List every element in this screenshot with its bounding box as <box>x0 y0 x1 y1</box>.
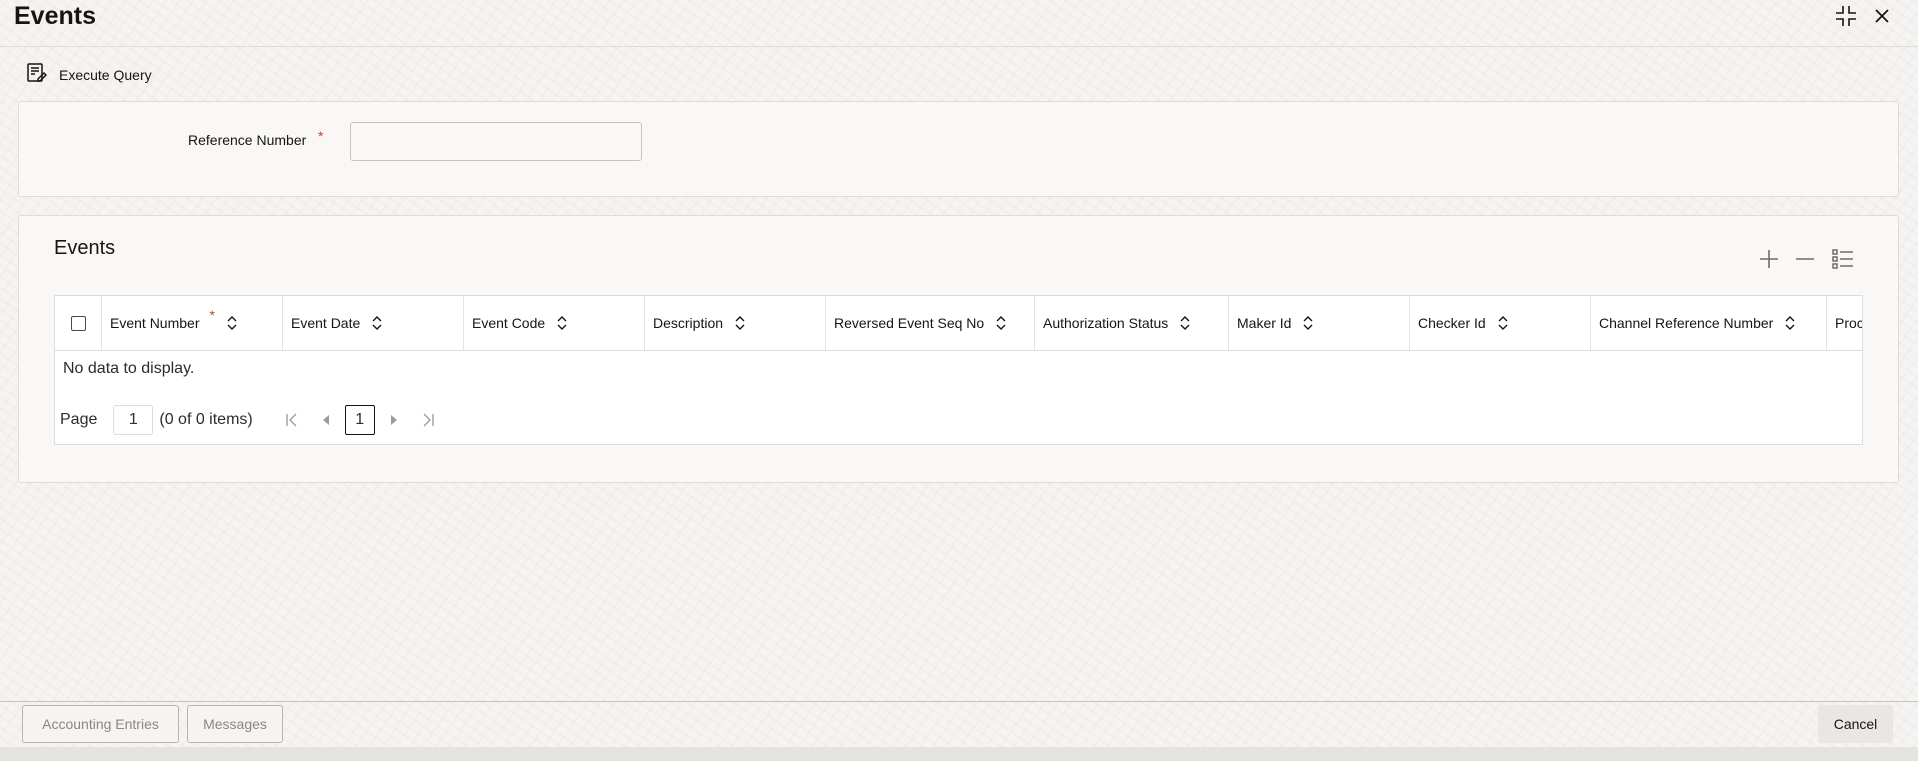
column-reversed-event-seq-no[interactable]: Reversed Event Seq No <box>826 296 1035 350</box>
column-event-code[interactable]: Event Code <box>464 296 645 350</box>
required-indicator: * <box>318 128 324 144</box>
query-panel <box>18 101 1899 197</box>
execute-query-label: Execute Query <box>59 67 152 83</box>
previous-page-icon[interactable] <box>313 407 339 433</box>
column-description[interactable]: Description <box>645 296 826 350</box>
column-event-date[interactable]: Event Date <box>283 296 464 350</box>
execute-query-icon <box>25 62 48 89</box>
column-channel-reference-number[interactable]: Channel Reference Number <box>1591 296 1827 350</box>
sort-icon[interactable] <box>1303 316 1313 330</box>
column-event-number[interactable]: Event Number * <box>102 296 283 350</box>
sort-icon[interactable] <box>1180 316 1190 330</box>
cancel-button[interactable]: Cancel <box>1818 705 1893 743</box>
sort-icon[interactable] <box>372 316 382 330</box>
events-section-title: Events <box>54 237 116 259</box>
reference-number-input[interactable] <box>350 122 642 161</box>
table-header: Event Number * Event Date Event Code Des… <box>55 296 1862 351</box>
pagination: Page 1 (0 of 0 items) 1 <box>60 404 441 436</box>
sort-icon[interactable] <box>557 316 567 330</box>
accounting-entries-button[interactable]: Accounting Entries <box>22 705 179 743</box>
last-page-icon[interactable] <box>415 407 441 433</box>
sort-icon[interactable] <box>1785 316 1795 330</box>
required-indicator: * <box>209 307 215 323</box>
sort-icon[interactable] <box>735 316 745 330</box>
empty-message: No data to display. <box>63 360 195 377</box>
column-authorization-status[interactable]: Authorization Status <box>1035 296 1229 350</box>
page-title: Events <box>14 2 96 30</box>
events-table: Event Number * Event Date Event Code Des… <box>54 295 1863 445</box>
page-label: Page <box>60 411 98 428</box>
column-proc[interactable]: Proc <box>1827 296 1862 350</box>
column-maker-id[interactable]: Maker Id <box>1229 296 1410 350</box>
sort-icon[interactable] <box>996 316 1006 330</box>
add-icon[interactable] <box>1756 246 1782 272</box>
column-checker-id[interactable]: Checker Id <box>1410 296 1591 350</box>
reference-number-label: Reference Number <box>188 132 307 148</box>
bottom-strip <box>0 747 1918 761</box>
collapse-icon[interactable] <box>1832 2 1860 30</box>
execute-query-button[interactable]: Execute Query <box>25 62 152 88</box>
footer-bar <box>0 701 1918 748</box>
select-all-cell <box>55 296 102 350</box>
sort-icon[interactable] <box>1498 316 1508 330</box>
title-bar: Events <box>0 0 1918 47</box>
current-page-button[interactable]: 1 <box>344 405 375 435</box>
close-icon[interactable] <box>1868 2 1896 30</box>
page-input[interactable]: 1 <box>113 405 154 435</box>
column-list-icon[interactable] <box>1830 246 1856 272</box>
next-page-icon[interactable] <box>381 407 407 433</box>
remove-icon[interactable] <box>1792 246 1818 272</box>
first-page-icon[interactable] <box>279 407 305 433</box>
sort-icon[interactable] <box>227 316 237 330</box>
select-all-checkbox[interactable] <box>71 315 86 331</box>
messages-button[interactable]: Messages <box>187 705 283 743</box>
items-count: (0 of 0 items) <box>159 411 253 428</box>
